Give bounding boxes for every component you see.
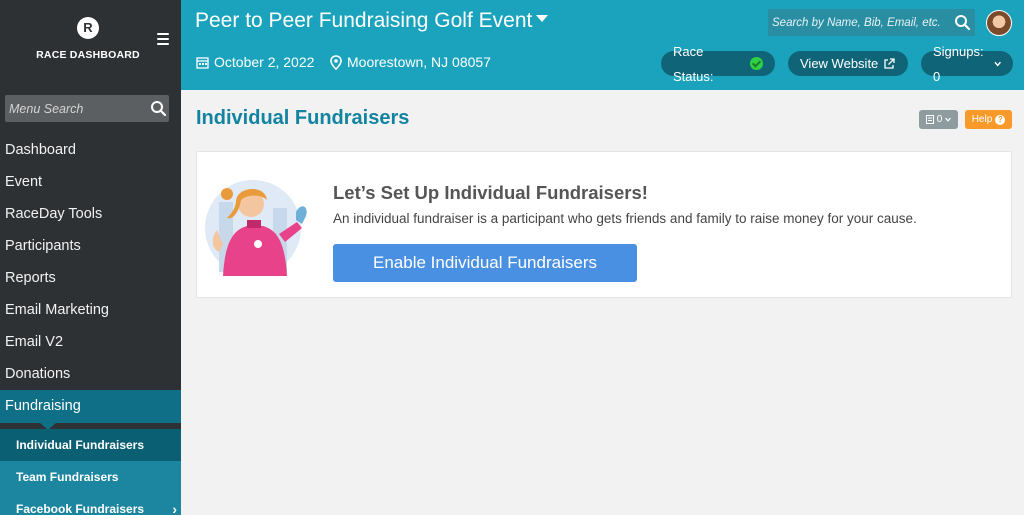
- view-website-button[interactable]: View Website: [788, 51, 908, 76]
- sidebar-item-donations[interactable]: Donations: [0, 358, 181, 390]
- fundraising-subnav: Individual Fundraisers Team Fundraisers …: [0, 429, 181, 515]
- search-icon[interactable]: [954, 14, 971, 31]
- chevron-right-icon: ›: [172, 501, 177, 515]
- subnav-item-label: Facebook Fundraisers: [16, 502, 145, 515]
- chevron-down-icon: [945, 117, 952, 122]
- event-location-text: Moorestown, NJ 08057: [347, 54, 491, 70]
- card-description: An individual fundraiser is a participan…: [333, 211, 917, 226]
- event-location: Moorestown, NJ 08057: [330, 54, 491, 70]
- menu-search: [5, 95, 169, 122]
- header-search-input[interactable]: [768, 9, 943, 36]
- fundraiser-illustration: [205, 180, 307, 276]
- user-avatar[interactable]: [986, 10, 1012, 36]
- count-dropdown-button[interactable]: 0: [919, 110, 958, 129]
- sidebar-item-reports[interactable]: Reports: [0, 262, 181, 294]
- subnav-item-individual-fundraisers[interactable]: Individual Fundraisers: [0, 429, 181, 461]
- document-icon: [925, 115, 934, 124]
- race-logo-icon[interactable]: R: [77, 17, 99, 39]
- race-status-button[interactable]: Race Status:: [661, 44, 775, 84]
- brand: R RACE DASHBOARD: [0, 0, 181, 90]
- sidebar-item-email-marketing[interactable]: Email Marketing: [0, 294, 181, 326]
- header-search: [768, 9, 975, 36]
- setup-card: Let’s Set Up Individual Fundraisers! An …: [196, 151, 1012, 298]
- chevron-down-icon: [994, 61, 1001, 66]
- help-label: Help: [971, 114, 993, 125]
- brand-label[interactable]: RACE DASHBOARD: [0, 49, 176, 61]
- subnav-item-label: Team Fundraisers: [16, 470, 119, 484]
- enable-individual-fundraisers-button[interactable]: Enable Individual Fundraisers: [333, 244, 637, 282]
- event-date: October 2, 2022: [196, 54, 314, 70]
- sidebar-item-dashboard[interactable]: Dashboard: [0, 134, 181, 166]
- event-title-dropdown[interactable]: Peer to Peer Fundraising Golf Event: [195, 9, 549, 33]
- map-pin-icon: [330, 54, 342, 70]
- search-icon[interactable]: [150, 100, 167, 117]
- external-link-icon: [884, 57, 895, 69]
- view-website-label: View Website: [800, 56, 879, 71]
- sidebar: R RACE DASHBOARD Dashboard Event RaceDay…: [0, 0, 181, 515]
- race-status-label: Race Status:: [673, 43, 714, 84]
- signups-label: Signups: 0: [933, 43, 984, 84]
- check-circle-icon: [750, 57, 763, 70]
- sidebar-nav: Dashboard Event RaceDay Tools Participan…: [0, 134, 181, 430]
- sidebar-item-raceday-tools[interactable]: RaceDay Tools: [0, 198, 181, 230]
- page-title: Individual Fundraisers: [196, 107, 410, 129]
- signups-dropdown[interactable]: Signups: 0: [921, 44, 1013, 84]
- sidebar-item-fundraising[interactable]: Fundraising: [0, 390, 181, 430]
- question-icon: ?: [995, 114, 1006, 125]
- caret-down-icon: [536, 14, 549, 22]
- subnav-item-team-fundraisers[interactable]: Team Fundraisers: [0, 461, 181, 493]
- card-title: Let’s Set Up Individual Fundraisers!: [333, 182, 648, 203]
- subnav-item-facebook-fundraisers[interactable]: Facebook Fundraisers ›: [0, 493, 181, 515]
- menu-search-input[interactable]: [5, 95, 135, 122]
- sidebar-item-email-v2[interactable]: Email V2: [0, 326, 181, 358]
- sidebar-item-participants[interactable]: Participants: [0, 230, 181, 262]
- event-date-text: October 2, 2022: [214, 54, 315, 70]
- event-header: Peer to Peer Fundraising Golf Event Octo…: [181, 0, 1024, 90]
- help-button[interactable]: Help?: [965, 110, 1012, 129]
- sidebar-item-event[interactable]: Event: [0, 166, 181, 198]
- calendar-icon: [196, 56, 209, 69]
- hamburger-icon[interactable]: [157, 33, 169, 48]
- event-title: Peer to Peer Fundraising Golf Event: [195, 9, 533, 32]
- subnav-item-label: Individual Fundraisers: [16, 438, 145, 452]
- count-label: 0: [936, 114, 943, 125]
